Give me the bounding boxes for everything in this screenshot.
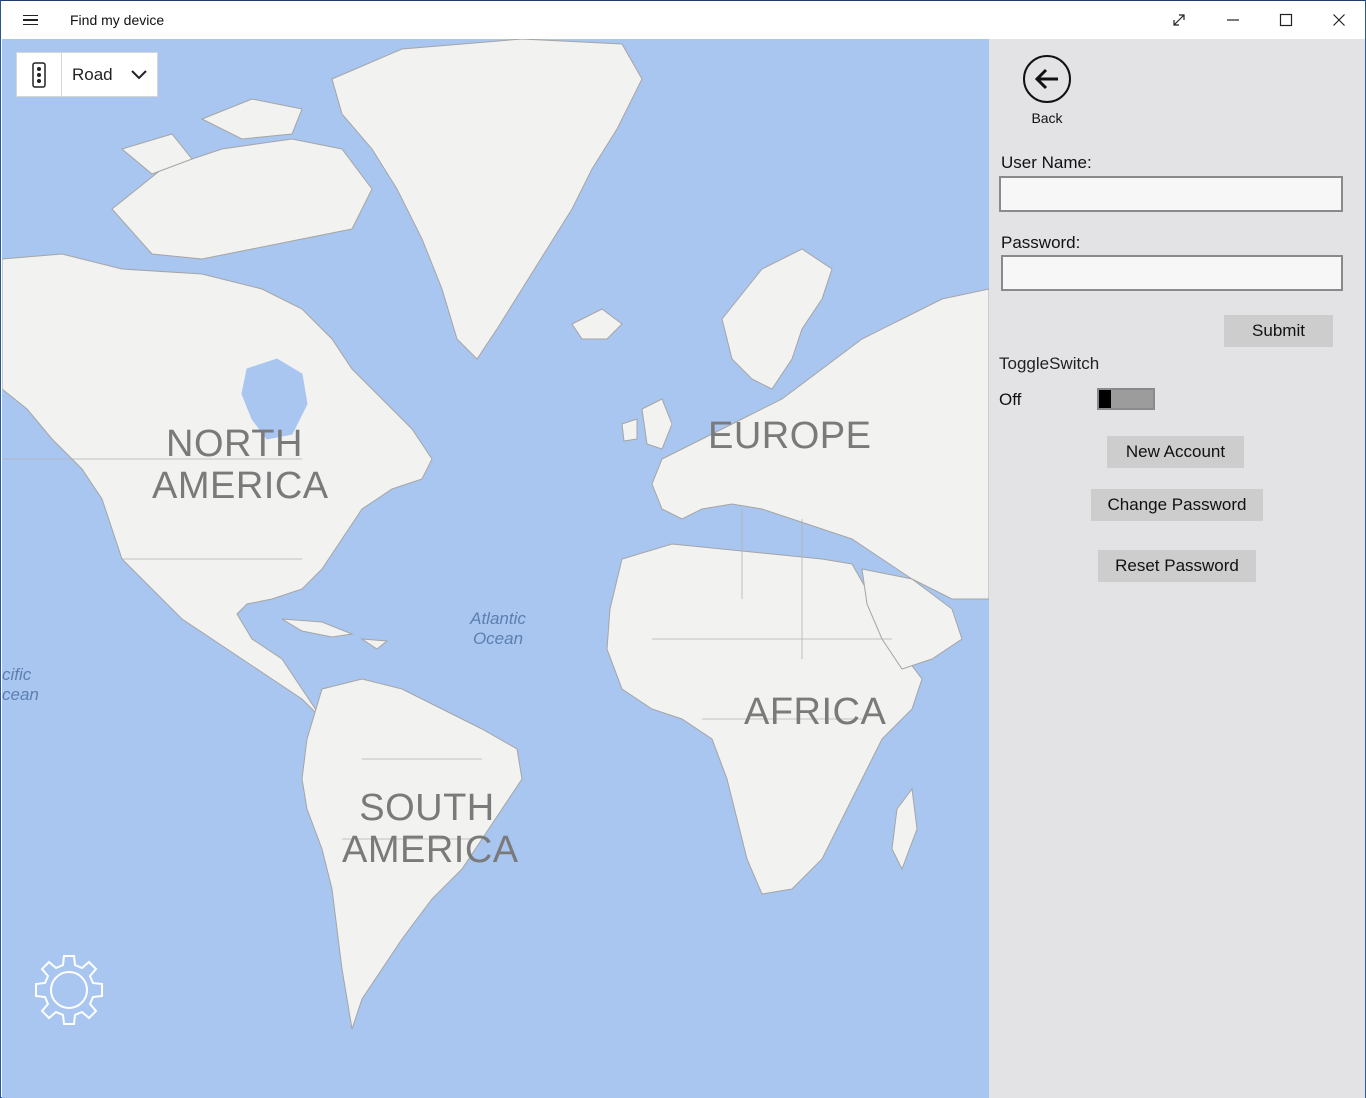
gear-icon[interactable] [32,953,106,1027]
reset-password-button[interactable]: Reset Password [1098,550,1256,582]
map-style-value: Road [72,64,113,84]
account-panel: Back User Name: Password: Submit ToggleS… [989,39,1365,1098]
label-north-america: NORTH AMERICA [152,423,329,507]
map-landmass [2,39,989,1030]
label-south-america: SOUTH AMERICA [342,787,519,871]
password-label: Password: [1001,233,1081,252]
label-atlantic-ocean: Atlantic Ocean [470,609,526,648]
password-input[interactable] [1001,255,1343,291]
submit-button[interactable]: Submit [1224,315,1333,347]
back-label: Back [1031,110,1063,126]
username-label: User Name: [1001,153,1092,172]
toggle-switch-state: Off [999,390,1022,409]
label-europe: EUROPE [708,415,872,457]
title-bar: Find my device [1,1,1365,39]
maximize-icon[interactable] [1260,1,1312,39]
close-icon[interactable] [1313,1,1365,39]
map-style-dropdown[interactable]: Road [62,53,157,96]
new-account-button[interactable]: New Account [1107,436,1244,468]
greenland-landmass [331,39,643,360]
change-password-button[interactable]: Change Password [1091,489,1263,521]
label-africa: AFRICA [744,691,887,733]
expand-icon[interactable] [1153,1,1205,39]
window-title: Find my device [70,12,165,28]
username-input[interactable] [999,176,1343,212]
traffic-light-icon[interactable] [17,53,62,96]
toggle-switch[interactable] [1097,388,1155,410]
chevron-down-icon [131,69,147,79]
scandinavia-landmass [721,248,833,390]
map-style-control: Road [16,52,158,97]
back-button[interactable] [1023,55,1071,103]
arrow-left-icon [1034,68,1058,90]
minimize-icon[interactable] [1207,1,1259,39]
map-view[interactable]: NORTH AMERICA EUROPE AFRICA SOUTH AMERIC… [2,39,989,1098]
toggle-switch-knob [1099,390,1111,408]
label-pacific-ocean: cific cean [2,665,39,704]
hamburger-icon[interactable] [13,7,47,33]
app-window: Find my device NORTH AMERICA EUROPE AFRI… [0,0,1366,1098]
toggle-switch-header: ToggleSwitch [999,354,1100,373]
